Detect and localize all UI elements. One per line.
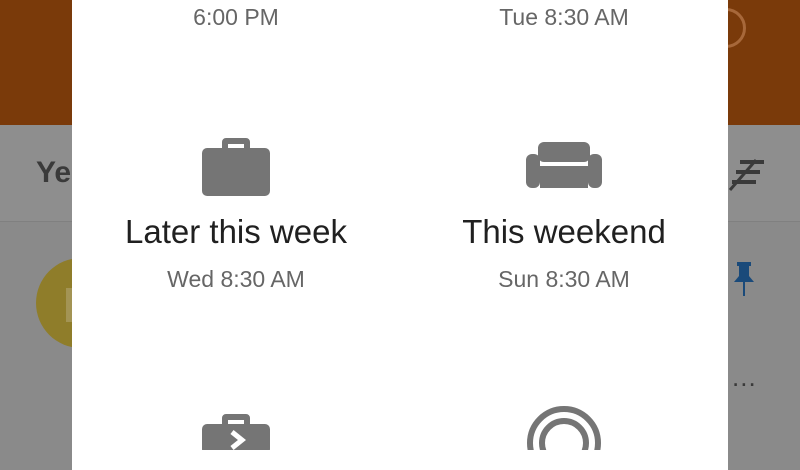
target-icon <box>527 406 601 450</box>
overflow-ellipsis: ... <box>732 362 757 392</box>
briefcase-icon <box>202 138 270 196</box>
snooze-dialog: 6:00 PM Tue 8:30 AM Later this week Wed … <box>72 0 728 470</box>
option-tomorrow[interactable]: Tue 8:30 AM <box>400 2 728 32</box>
option-later-today[interactable]: 6:00 PM <box>72 2 400 32</box>
option-later-this-week[interactable]: Later this week Wed 8:30 AM <box>72 130 400 294</box>
briefcase-arrow-icon <box>202 414 270 450</box>
pin-icon[interactable] <box>734 262 754 296</box>
toolbar-label: Ye <box>36 156 72 189</box>
option-time: 6:00 PM <box>193 4 279 30</box>
option-title: This weekend <box>462 213 666 250</box>
option-title: Later this week <box>125 213 347 250</box>
sofa-icon <box>526 142 602 188</box>
filter-icon[interactable] <box>726 156 768 192</box>
option-someday[interactable] <box>400 405 728 450</box>
option-this-weekend[interactable]: This weekend Sun 8:30 AM <box>400 130 728 294</box>
option-next-week[interactable] <box>72 410 400 450</box>
option-time: Sun 8:30 AM <box>498 266 630 292</box>
option-time: Wed 8:30 AM <box>167 266 305 292</box>
option-time: Tue 8:30 AM <box>499 4 629 30</box>
